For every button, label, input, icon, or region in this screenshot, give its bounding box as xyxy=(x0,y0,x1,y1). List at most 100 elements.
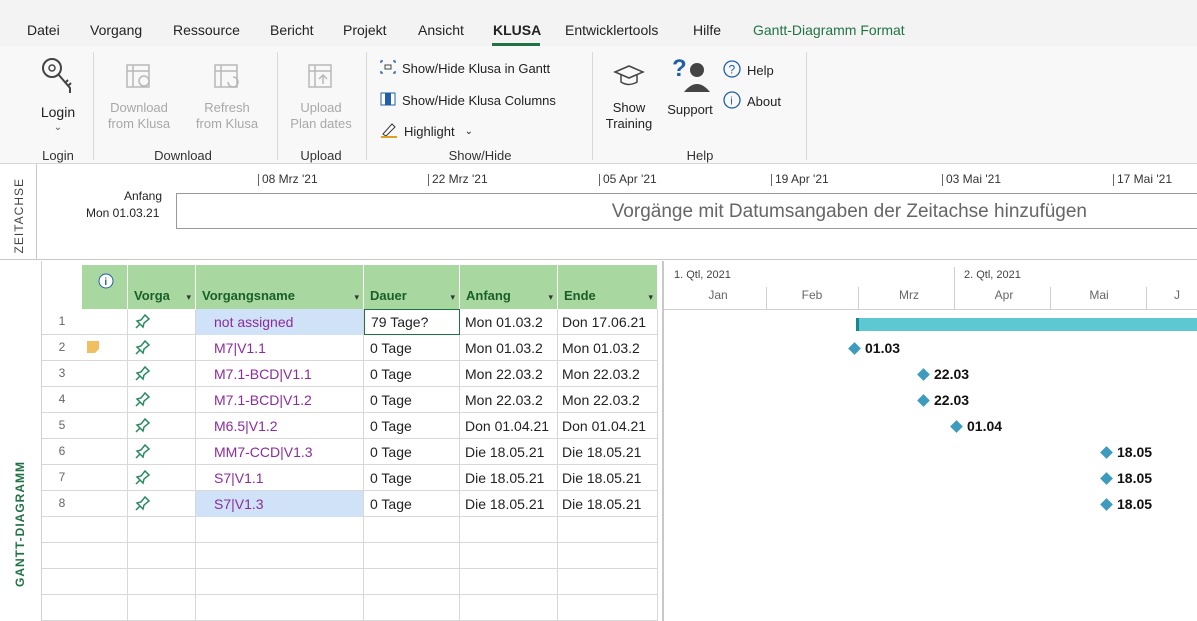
tab-hilfe[interactable]: Hilfe xyxy=(693,22,721,38)
task-mode-cell[interactable] xyxy=(128,465,196,491)
milestone[interactable]: 18.05 xyxy=(1100,496,1152,512)
duration-cell[interactable]: 0 Tage xyxy=(364,413,460,439)
tab-projekt[interactable]: Projekt xyxy=(343,22,387,38)
table-row[interactable]: 4 M7.1-BCD|V1.2 0 Tage Mon 22.03.2 Mon 22.03… xyxy=(42,387,658,413)
tab-datei[interactable]: Datei xyxy=(27,22,60,38)
start-cell[interactable]: Die 18.05.21 xyxy=(460,439,558,465)
column-header-mode[interactable]: Vorga ▾ xyxy=(128,265,196,309)
table-row[interactable]: 6 MM7-CCD|V1.3 0 Tage Die 18.05.21 Die 18.05… xyxy=(42,439,658,465)
milestone[interactable]: 01.04 xyxy=(950,418,1002,434)
milestone[interactable]: 22.03 xyxy=(917,366,969,382)
end-cell[interactable]: Mon 01.03.2 xyxy=(558,335,658,361)
duration-cell[interactable]: 0 Tage xyxy=(364,491,460,517)
task-name-cell[interactable]: M7|V1.1 xyxy=(196,335,364,361)
tab-ressource[interactable]: Ressource xyxy=(173,22,240,38)
duration-cell[interactable]: 0 Tage xyxy=(364,335,460,361)
empty-cell xyxy=(82,543,128,569)
start-cell[interactable]: Die 18.05.21 xyxy=(460,491,558,517)
end-cell[interactable]: Don 01.04.21 xyxy=(558,413,658,439)
indicators-header[interactable]: i xyxy=(82,265,128,309)
show-training-button[interactable]: Show Training xyxy=(600,60,658,132)
duration-cell[interactable]: 79 Tage? xyxy=(364,309,460,335)
task-mode-cell[interactable] xyxy=(128,491,196,517)
task-mode-cell[interactable] xyxy=(128,309,196,335)
duration-cell[interactable]: 0 Tage xyxy=(364,361,460,387)
start-cell[interactable]: Mon 01.03.2 xyxy=(460,309,558,335)
timeline-bar[interactable]: Vorgänge mit Datumsangaben der Zeitachse… xyxy=(176,193,1197,229)
task-name-cell[interactable]: M6.5|V1.2 xyxy=(196,413,364,439)
show-hide-columns-button[interactable]: Show/Hide Klusa Columns xyxy=(380,92,556,109)
end-cell[interactable]: Die 18.05.21 xyxy=(558,465,658,491)
help-button[interactable]: ? Help xyxy=(723,60,774,81)
about-button[interactable]: i About xyxy=(723,91,781,112)
divider xyxy=(36,164,37,260)
empty-cell xyxy=(558,595,658,621)
download-button[interactable]: Download from Klusa xyxy=(100,60,178,132)
milestone[interactable]: 18.05 xyxy=(1100,470,1152,486)
tab-klusa[interactable]: KLUSA xyxy=(493,22,541,38)
support-button[interactable]: ? Support xyxy=(662,54,718,118)
milestone[interactable]: 01.03 xyxy=(848,340,900,356)
table-row[interactable]: 1 not assigned 79 Tage? Mon 01.03.2 Don 17.0… xyxy=(42,309,658,335)
column-header-duration[interactable]: Dauer ▾ xyxy=(364,265,460,309)
tab-bericht[interactable]: Bericht xyxy=(270,22,314,38)
empty-cell xyxy=(364,543,460,569)
upload-button[interactable]: Upload Plan dates xyxy=(282,60,360,132)
start-cell[interactable]: Mon 22.03.2 xyxy=(460,361,558,387)
indicator-cell xyxy=(82,413,128,439)
tab-vorgang[interactable]: Vorgang xyxy=(90,22,142,38)
gantt-side-label: GANTT-DIAGRAMM xyxy=(13,461,27,587)
table-row[interactable]: 3 M7.1-BCD|V1.1 0 Tage Mon 22.03.2 Mon 22.03… xyxy=(42,361,658,387)
tab-gantt-format[interactable]: Gantt-Diagramm Format xyxy=(753,22,905,38)
task-name-cell[interactable]: S7|V1.1 xyxy=(196,465,364,491)
table-row[interactable]: 8 S7|V1.3 0 Tage Die 18.05.21 Die 18.05.21 xyxy=(42,491,658,517)
tab-ansicht[interactable]: Ansicht xyxy=(418,22,464,38)
column-header-start[interactable]: Anfang ▾ xyxy=(460,265,558,309)
tab-entwicklertools[interactable]: Entwicklertools xyxy=(565,22,658,38)
login-button[interactable]: Login ⌄ xyxy=(30,56,86,136)
highlight-button[interactable]: Highlight ⌄ xyxy=(380,122,473,141)
duration-cell[interactable]: 0 Tage xyxy=(364,387,460,413)
column-header-end[interactable]: Ende ▾ xyxy=(558,265,658,309)
task-name-cell[interactable]: not assigned xyxy=(196,309,364,335)
task-mode-cell[interactable] xyxy=(128,387,196,413)
milestone[interactable]: 22.03 xyxy=(917,392,969,408)
start-cell[interactable]: Mon 22.03.2 xyxy=(460,387,558,413)
end-cell[interactable]: Die 18.05.21 xyxy=(558,439,658,465)
end-cell[interactable]: Mon 22.03.2 xyxy=(558,361,658,387)
end-cell[interactable]: Mon 22.03.2 xyxy=(558,387,658,413)
gantt-chart[interactable]: 1. Qtl, 2021 2. Qtl, 2021 Jan Feb Mrz Ap… xyxy=(662,261,1197,621)
end-cell[interactable]: Don 17.06.21 xyxy=(558,309,658,335)
start-cell[interactable]: Die 18.05.21 xyxy=(460,465,558,491)
task-name-cell[interactable]: M7.1-BCD|V1.1 xyxy=(196,361,364,387)
duration-cell[interactable]: 0 Tage xyxy=(364,465,460,491)
refresh-button[interactable]: Refresh from Klusa xyxy=(188,60,266,132)
task-mode-cell[interactable] xyxy=(128,439,196,465)
task-name-cell[interactable]: M7.1-BCD|V1.2 xyxy=(196,387,364,413)
row-number: 1 xyxy=(58,314,66,328)
task-mode-cell[interactable] xyxy=(128,361,196,387)
task-name-cell[interactable]: MM7-CCD|V1.3 xyxy=(196,439,364,465)
empty-row[interactable] xyxy=(42,569,658,595)
table-row[interactable]: 5 M6.5|V1.2 0 Tage Don 01.04.21 Don 01.04.21 xyxy=(42,413,658,439)
empty-cell xyxy=(558,569,658,595)
summary-task-bar[interactable] xyxy=(856,318,1197,331)
column-header-name[interactable]: Vorgangsname ▾ xyxy=(196,265,364,309)
task-mode-cell[interactable] xyxy=(128,413,196,439)
download-icon xyxy=(100,60,178,96)
task-mode-cell[interactable] xyxy=(128,335,196,361)
start-cell[interactable]: Mon 01.03.2 xyxy=(460,335,558,361)
milestone[interactable]: 18.05 xyxy=(1100,444,1152,460)
table-row[interactable]: 7 S7|V1.1 0 Tage Die 18.05.21 Die 18.05.21 xyxy=(42,465,658,491)
task-name-cell[interactable]: S7|V1.3 xyxy=(196,491,364,517)
empty-row[interactable] xyxy=(42,543,658,569)
end-cell[interactable]: Die 18.05.21 xyxy=(558,491,658,517)
pin-icon xyxy=(134,416,152,437)
start-cell[interactable]: Don 01.04.21 xyxy=(460,413,558,439)
empty-row[interactable] xyxy=(42,595,658,621)
empty-row[interactable] xyxy=(42,517,658,543)
show-hide-gantt-button[interactable]: Show/Hide Klusa in Gantt xyxy=(380,60,550,77)
duration-cell[interactable]: 0 Tage xyxy=(364,439,460,465)
chevron-down-icon: ▾ xyxy=(186,292,191,302)
table-row[interactable]: 2 M7|V1.1 0 Tage Mon 01.03.2 Mon 01.03.2 xyxy=(42,335,658,361)
